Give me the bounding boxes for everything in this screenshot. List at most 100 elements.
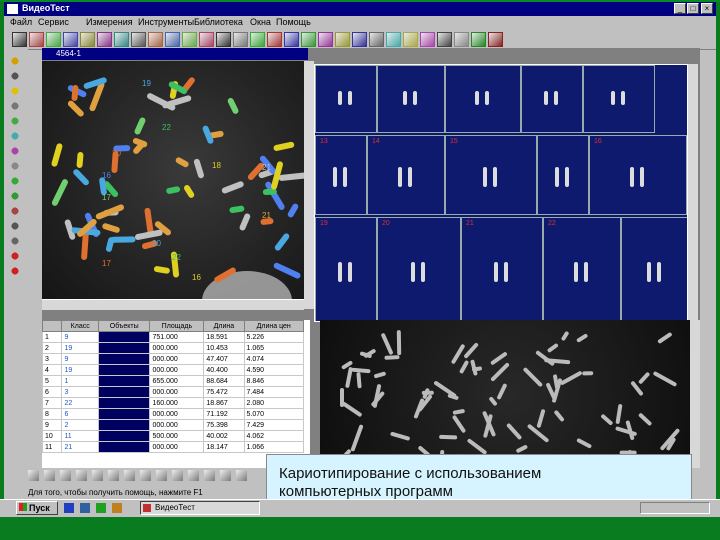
table-header-cell[interactable]: Площадь xyxy=(149,320,205,332)
toolbar-tool-icon[interactable] xyxy=(352,32,367,47)
status-tool-icon[interactable] xyxy=(220,470,231,481)
side-tool-icon[interactable] xyxy=(9,205,21,217)
side-tool-icon[interactable] xyxy=(9,190,21,202)
table-row[interactable]: 7 22 160.000 18.867 2.080 xyxy=(42,397,304,409)
table-header-cell[interactable]: Объекты xyxy=(97,320,151,332)
status-tool-icon[interactable] xyxy=(28,470,39,481)
side-tool-icon[interactable] xyxy=(9,250,21,262)
table-header-cell[interactable]: Длина xyxy=(203,320,245,332)
table-row[interactable]: 10 11 500.000 40.002 4.062 xyxy=(42,430,304,442)
status-tool-icon[interactable] xyxy=(92,470,103,481)
side-tool-icon[interactable] xyxy=(9,220,21,232)
toolbar-tool-icon[interactable] xyxy=(216,32,231,47)
chromosome[interactable] xyxy=(273,231,291,252)
menu-item[interactable]: Сервис xyxy=(38,17,69,27)
status-tool-icon[interactable] xyxy=(108,470,119,481)
chromosome[interactable] xyxy=(182,183,195,200)
status-tool-icon[interactable] xyxy=(76,470,87,481)
maximize-button[interactable]: □ xyxy=(687,3,699,14)
image-vscrollbar[interactable] xyxy=(304,61,314,309)
table-header-cell[interactable] xyxy=(42,320,63,332)
toolbar-tool-icon[interactable] xyxy=(284,32,299,47)
toolbar-tool-icon[interactable] xyxy=(165,32,180,47)
table-row[interactable]: 8 6 000.000 71.192 5.070 xyxy=(42,408,304,420)
chromosome[interactable] xyxy=(66,100,85,119)
toolbar-tool-icon[interactable] xyxy=(199,32,214,47)
quicklaunch-ie-icon[interactable] xyxy=(64,503,74,513)
chromosome[interactable] xyxy=(51,178,69,207)
status-tool-icon[interactable] xyxy=(236,470,247,481)
chromosome[interactable] xyxy=(110,236,136,244)
chromosome[interactable] xyxy=(229,204,245,214)
table-row[interactable]: 11 21 000.000 18.147 1.066 xyxy=(42,441,304,453)
chromosome[interactable] xyxy=(226,96,240,116)
close-button[interactable]: × xyxy=(701,3,713,14)
side-tool-icon[interactable] xyxy=(9,130,21,142)
menu-item[interactable]: Инструменты xyxy=(138,17,194,27)
toolbar-tool-icon[interactable] xyxy=(420,32,435,47)
table-row[interactable]: 2 19 000.000 10.453 1.065 xyxy=(42,342,304,354)
toolbar-tool-icon[interactable] xyxy=(114,32,129,47)
chromosome[interactable] xyxy=(133,116,147,136)
chromosome[interactable] xyxy=(238,212,251,231)
status-tool-icon[interactable] xyxy=(60,470,71,481)
toolbar-tool-icon[interactable] xyxy=(369,32,384,47)
table-row[interactable]: 3 9 000.000 47.407 4.074 xyxy=(42,353,304,365)
status-tool-icon[interactable] xyxy=(156,470,167,481)
status-tool-icon[interactable] xyxy=(188,470,199,481)
table-row[interactable]: 9 2 000.000 75.398 7.429 xyxy=(42,419,304,431)
chromosome[interactable] xyxy=(71,84,79,101)
karyogram-cell[interactable]: 20 xyxy=(377,217,461,321)
menu-item[interactable]: Файл xyxy=(10,17,32,27)
chromosome[interactable] xyxy=(71,167,91,187)
menu-item[interactable]: Библиотека xyxy=(194,17,243,27)
table-row[interactable]: 6 3 000.000 75.472 7.484 xyxy=(42,386,304,398)
karyogram-cell[interactable] xyxy=(377,65,445,133)
chromosome[interactable] xyxy=(273,141,296,152)
side-tool-icon[interactable] xyxy=(9,160,21,172)
toolbar-tool-icon[interactable] xyxy=(437,32,452,47)
status-tool-icon[interactable] xyxy=(204,470,215,481)
quicklaunch-word-icon[interactable] xyxy=(80,503,90,513)
karyogram-cell[interactable]: 14 xyxy=(367,135,445,215)
toolbar-tool-icon[interactable] xyxy=(63,32,78,47)
toolbar-tool-icon[interactable] xyxy=(80,32,95,47)
chromosome[interactable] xyxy=(50,142,63,168)
metaphase-image-2[interactable] xyxy=(320,320,700,468)
status-tool-icon[interactable] xyxy=(44,470,55,481)
karyogram-cell[interactable] xyxy=(583,65,655,133)
chromosome[interactable] xyxy=(193,158,205,179)
karyogram-cell[interactable] xyxy=(621,217,687,321)
table-header-cell[interactable]: Длина цен xyxy=(243,320,304,332)
status-tool-icon[interactable] xyxy=(172,470,183,481)
chromosome[interactable] xyxy=(272,262,302,280)
image2-vscrollbar[interactable] xyxy=(690,320,700,468)
toolbar-tool-icon[interactable] xyxy=(403,32,418,47)
toolbar-tool-icon[interactable] xyxy=(301,32,316,47)
toolbar-tool-icon[interactable] xyxy=(131,32,146,47)
side-tool-icon[interactable] xyxy=(9,70,21,82)
side-tool-icon[interactable] xyxy=(9,265,21,277)
toolbar-tool-icon[interactable] xyxy=(318,32,333,47)
table-header-cell[interactable]: Класс xyxy=(61,320,99,332)
toolbar-tool-icon[interactable] xyxy=(148,32,163,47)
status-tool-icon[interactable] xyxy=(124,470,135,481)
side-tool-icon[interactable] xyxy=(9,85,21,97)
table-row[interactable]: 5 1 655.000 88.684 8.846 xyxy=(42,375,304,387)
toolbar-tool-icon[interactable] xyxy=(267,32,282,47)
chromosome[interactable] xyxy=(286,202,300,219)
toolbar-tool-icon[interactable] xyxy=(29,32,44,47)
toolbar-tool-icon[interactable] xyxy=(471,32,486,47)
karyogram-cell[interactable]: 22 xyxy=(543,217,621,321)
side-tool-icon[interactable] xyxy=(9,175,21,187)
karyogram-cell[interactable]: 19 xyxy=(315,217,377,321)
karyogram-cell[interactable] xyxy=(315,65,377,133)
chromosome[interactable] xyxy=(105,236,115,253)
side-tool-icon[interactable] xyxy=(9,145,21,157)
chromosome[interactable] xyxy=(76,151,84,169)
table-row[interactable]: 1 9 751.000 18.591 5.226 xyxy=(42,331,304,343)
quicklaunch-app-icon[interactable] xyxy=(112,503,122,513)
chromosome[interactable] xyxy=(165,185,181,195)
toolbar-tool-icon[interactable] xyxy=(182,32,197,47)
toolbar-tool-icon[interactable] xyxy=(233,32,248,47)
